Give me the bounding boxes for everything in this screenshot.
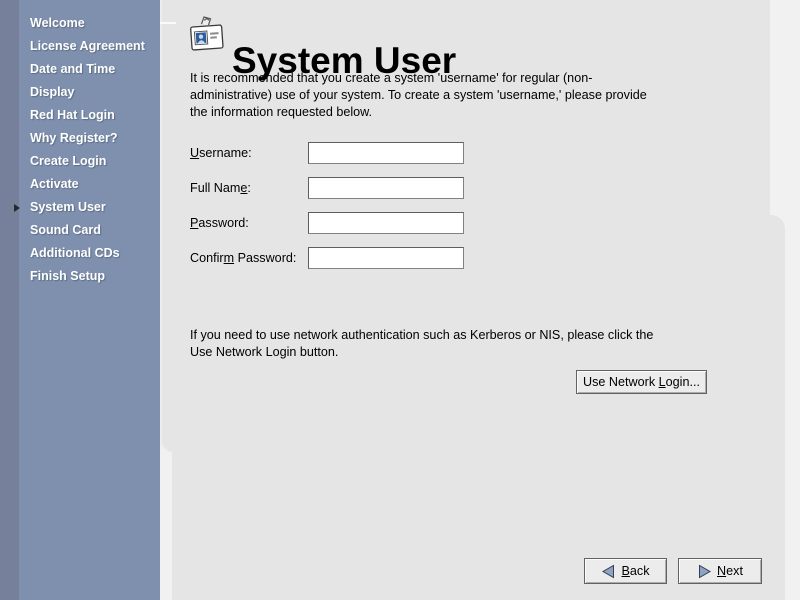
confirm-password-input[interactable] <box>308 247 464 269</box>
sidebar-item-label: Welcome <box>30 16 85 30</box>
back-arrow-icon <box>601 564 616 579</box>
username-input[interactable] <box>308 142 464 164</box>
password-row: Password: <box>190 212 480 234</box>
id-badge-icon <box>188 14 226 55</box>
sidebar-item-label: Why Register? <box>30 131 118 145</box>
intro-line: It is recommended that you create a syst… <box>190 70 647 87</box>
sidebar-item-why-register[interactable]: Why Register? <box>0 127 160 150</box>
sidebar: Welcome License Agreement Date and Time … <box>0 0 160 600</box>
confirm-password-row: Confirm Password: <box>190 247 480 269</box>
full-name-row: Full Name: <box>190 177 480 199</box>
right-pointer-icon <box>14 204 20 212</box>
intro-line: the information requested below. <box>190 104 647 121</box>
sidebar-item-finish-setup[interactable]: Finish Setup <box>0 265 160 288</box>
confirm-password-label: Confirm Password: <box>190 247 296 269</box>
sidebar-item-label: Red Hat Login <box>30 108 115 122</box>
sidebar-item-label: Finish Setup <box>30 269 105 283</box>
sidebar-item-activate[interactable]: Activate <box>0 173 160 196</box>
username-row: Username: <box>190 142 480 164</box>
full-name-label: Full Name: <box>190 177 251 199</box>
back-button-label: Back <box>621 564 649 578</box>
sidebar-item-label: Activate <box>30 177 79 191</box>
sidebar-item-label: System User <box>30 200 106 214</box>
sidebar-item-date-and-time[interactable]: Date and Time <box>0 58 160 81</box>
intro-line: administrative) use of your system. To c… <box>190 87 647 104</box>
sidebar-item-welcome[interactable]: Welcome <box>0 12 160 35</box>
sidebar-item-system-user[interactable]: System User <box>0 196 160 219</box>
full-name-input[interactable] <box>308 177 464 199</box>
sidebar-item-label: License Agreement <box>30 39 145 53</box>
network-auth-note: If you need to use network authenticatio… <box>190 327 653 361</box>
sidebar-item-sound-card[interactable]: Sound Card <box>0 219 160 242</box>
sidebar-item-display[interactable]: Display <box>0 81 160 104</box>
username-label: Username: <box>190 142 252 164</box>
intro-text: It is recommended that you create a syst… <box>190 70 647 121</box>
sidebar-item-label: Sound Card <box>30 223 101 237</box>
next-arrow-icon <box>697 564 712 579</box>
next-button[interactable]: Next <box>678 558 762 584</box>
wizard-step-list: Welcome License Agreement Date and Time … <box>0 12 160 288</box>
password-label: Password: <box>190 212 249 234</box>
sidebar-item-label: Date and Time <box>30 62 115 76</box>
sidebar-item-additional-cds[interactable]: Additional CDs <box>0 242 160 265</box>
sidebar-item-red-hat-login[interactable]: Red Hat Login <box>0 104 160 127</box>
sidebar-item-label: Create Login <box>30 154 106 168</box>
sidebar-item-label: Additional CDs <box>30 246 120 260</box>
panel-highlight-dash <box>160 22 176 24</box>
content-panel-lower <box>172 215 785 600</box>
network-note-line: If you need to use network authenticatio… <box>190 327 653 344</box>
sidebar-item-create-login[interactable]: Create Login <box>0 150 160 173</box>
password-input[interactable] <box>308 212 464 234</box>
next-button-label: Next <box>717 564 743 578</box>
use-network-login-button[interactable]: Use Network Login... <box>576 370 707 394</box>
back-button[interactable]: Back <box>584 558 667 584</box>
network-note-line: Use Network Login button. <box>190 344 653 361</box>
sidebar-item-license-agreement[interactable]: License Agreement <box>0 35 160 58</box>
sidebar-item-label: Display <box>30 85 74 99</box>
